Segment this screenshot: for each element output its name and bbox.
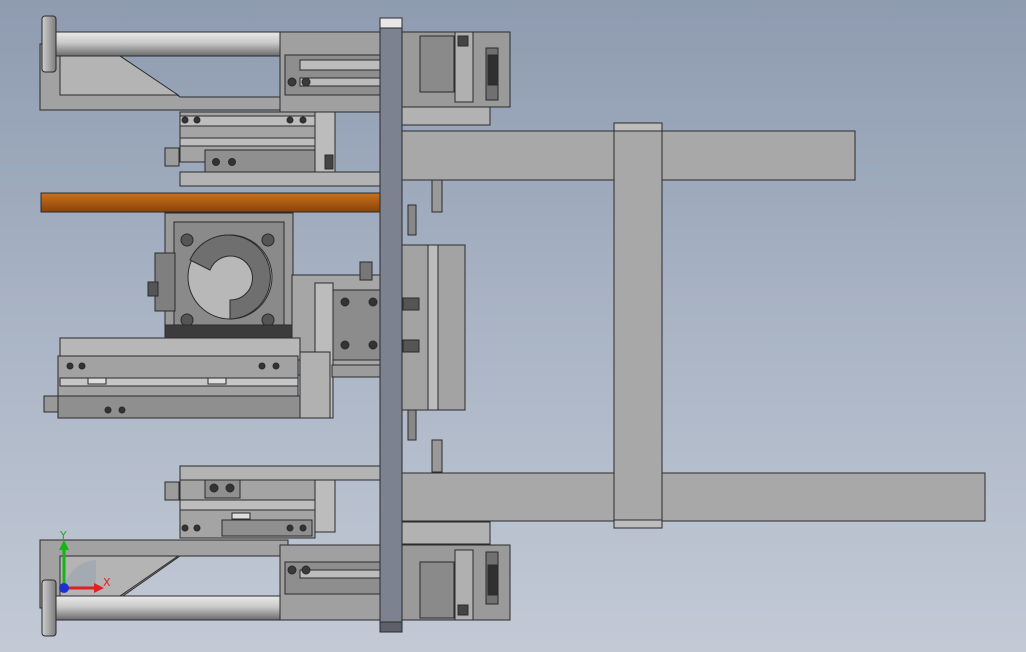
cad-model[interactable]: Y X (0, 0, 1026, 652)
orange-bar (40, 192, 382, 213)
frame-bar-bottom (399, 472, 986, 522)
lower-slide-unit (164, 465, 381, 539)
rotary-actuator (147, 212, 296, 340)
graphics-viewport[interactable]: Y X (0, 0, 1026, 652)
top-rod-assembly (39, 15, 511, 126)
frame-crossbar (613, 122, 663, 529)
main-vertical-plate (379, 17, 403, 633)
triad-y-label: Y (59, 529, 67, 542)
center-fixture (291, 179, 466, 473)
upper-slide-unit (164, 111, 381, 187)
triad-x-label: X (103, 576, 111, 589)
